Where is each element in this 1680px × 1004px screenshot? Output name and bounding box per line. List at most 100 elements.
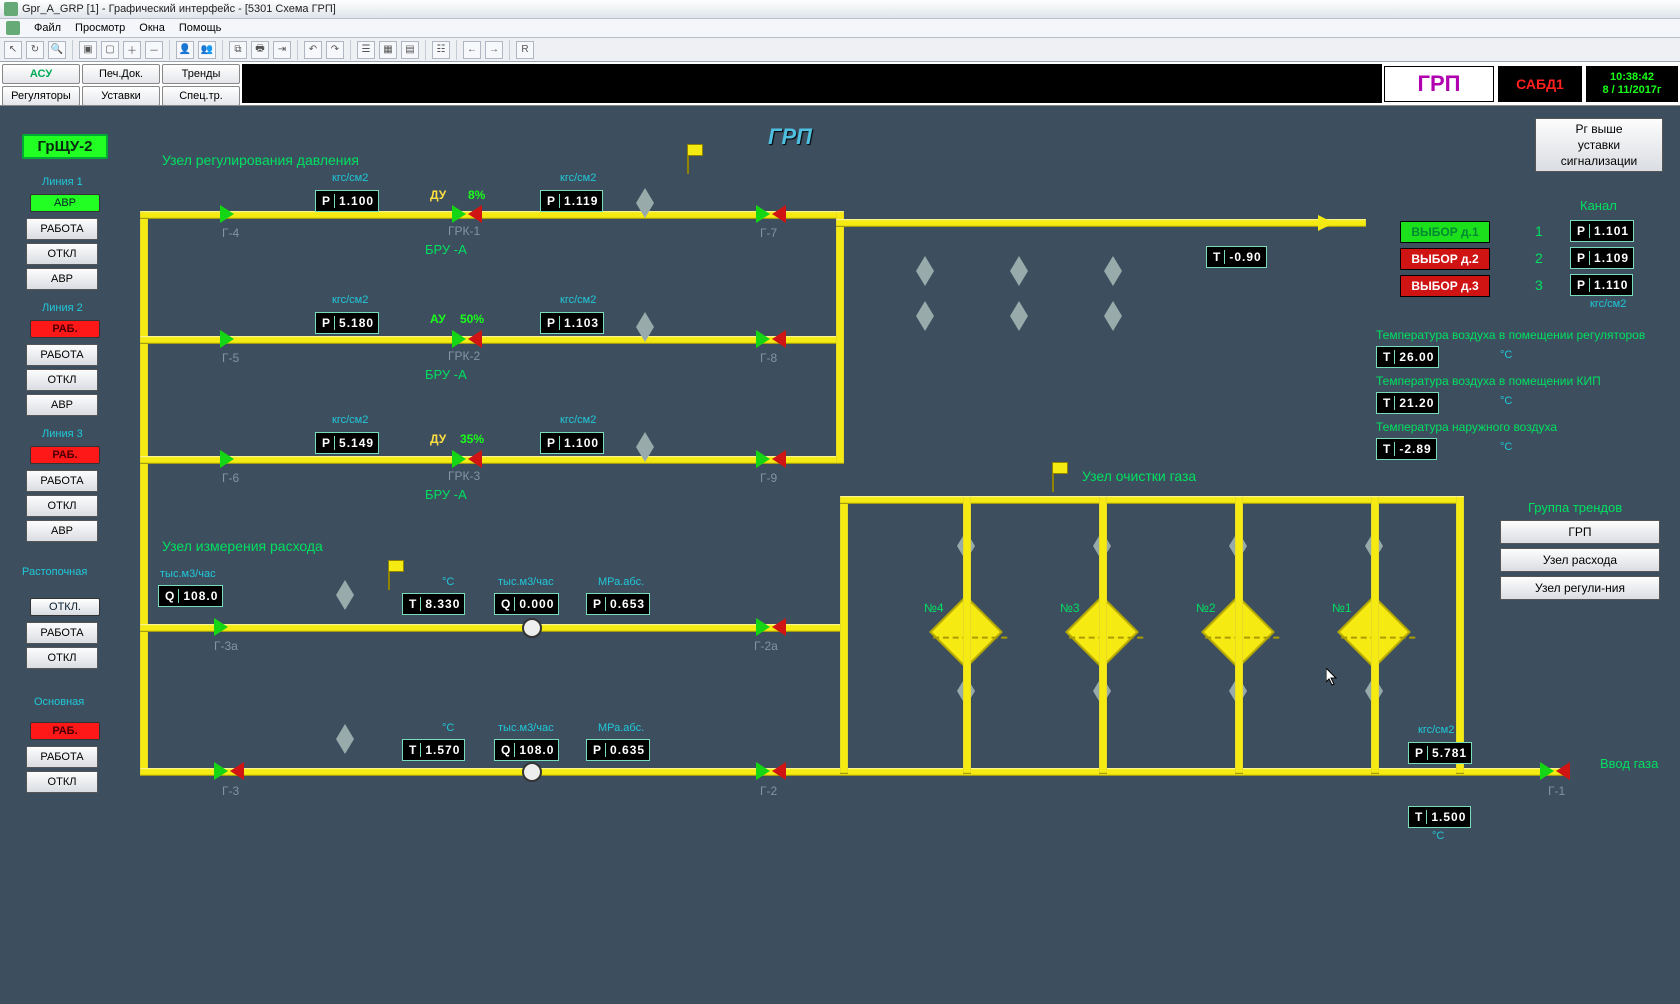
- l2-reg-out[interactable]: [468, 330, 482, 348]
- l1-valve-gR-out[interactable]: [772, 205, 786, 223]
- line3-rab[interactable]: РАБ.: [30, 446, 100, 464]
- tool-1to1-icon[interactable]: ▢: [101, 41, 119, 59]
- flow2-gR-in[interactable]: [756, 762, 770, 780]
- tool-pointer-icon[interactable]: ↖: [4, 41, 22, 59]
- menu-file[interactable]: Файл: [34, 22, 61, 34]
- rastop-btn-otkl[interactable]: ОТКЛ: [26, 647, 98, 669]
- mode-regulators[interactable]: Регуляторы: [2, 86, 80, 106]
- tool-refresh-icon[interactable]: ↻: [26, 41, 44, 59]
- main-btn-rabota[interactable]: РАБОТА: [26, 746, 98, 768]
- menu-view[interactable]: Просмотр: [75, 22, 125, 34]
- line2-btn-rabota[interactable]: РАБОТА: [26, 344, 98, 366]
- inlet-g1-in[interactable]: [1540, 762, 1554, 780]
- main-btn-otkl[interactable]: ОТКЛ: [26, 771, 98, 793]
- tool-redo-icon[interactable]: ↷: [326, 41, 344, 59]
- sel-3[interactable]: ВЫБОР д.3: [1400, 275, 1490, 297]
- line3-btn-rabota[interactable]: РАБОТА: [26, 470, 98, 492]
- line2-btn-avr[interactable]: АВР: [26, 394, 98, 416]
- mode-asu[interactable]: АСУ: [2, 64, 80, 84]
- sel-p1[interactable]: P1.101: [1570, 220, 1634, 242]
- flow2-t[interactable]: T1.570: [402, 739, 465, 761]
- flow2-q[interactable]: Q108.0: [494, 739, 559, 761]
- l1-valve-gR-in[interactable]: [756, 205, 770, 223]
- tool-layers-icon[interactable]: ▤: [401, 41, 419, 59]
- mode-ustavki[interactable]: Уставки: [82, 86, 160, 106]
- flow1-t[interactable]: T8.330: [402, 593, 465, 615]
- mode-pechdoc[interactable]: Печ.Док.: [82, 64, 160, 84]
- mode-trends[interactable]: Тренды: [162, 64, 240, 84]
- l3-gL[interactable]: [220, 450, 234, 468]
- flow1-gR-out[interactable]: [772, 618, 786, 636]
- l2-reg-in[interactable]: [452, 330, 466, 348]
- l1-reg-out[interactable]: [468, 205, 482, 223]
- status-alarm[interactable]: САБД1: [1498, 66, 1582, 102]
- mode-spectr[interactable]: Спец.тр.: [162, 86, 240, 106]
- tool-users-icon[interactable]: 👥: [198, 41, 216, 59]
- tool-zoomin-icon[interactable]: ＋: [123, 41, 141, 59]
- rastop-otkl[interactable]: ОТКЛ.: [30, 598, 100, 616]
- l2-p1[interactable]: P5.180: [315, 312, 379, 334]
- flow1-gR-in[interactable]: [756, 618, 770, 636]
- flow1-gL[interactable]: [214, 618, 228, 636]
- line1-btn-avr[interactable]: АВР: [26, 268, 98, 290]
- l3-gR-in[interactable]: [756, 450, 770, 468]
- l3-p2[interactable]: P1.100: [540, 432, 604, 454]
- l3-p1[interactable]: P5.149: [315, 432, 379, 454]
- inlet-p[interactable]: P5.781: [1408, 742, 1472, 764]
- top-alert[interactable]: Рг выше уставки сигнализации: [1535, 118, 1663, 172]
- l1-p1[interactable]: P1.100: [315, 190, 379, 212]
- l2-valve-gL[interactable]: [220, 330, 234, 348]
- treg-val[interactable]: T26.00: [1376, 346, 1439, 368]
- tool-zoomout-icon[interactable]: －: [145, 41, 163, 59]
- tool-copy-icon[interactable]: ⧉: [229, 41, 247, 59]
- l1-valve-gL[interactable]: [220, 205, 234, 223]
- l1-reg-in[interactable]: [452, 205, 466, 223]
- menu-help[interactable]: Помощь: [179, 22, 222, 34]
- line3-btn-otkl[interactable]: ОТКЛ: [26, 495, 98, 517]
- inlet-t[interactable]: T1.500: [1408, 806, 1471, 828]
- trend-btn-1[interactable]: ГРП: [1500, 520, 1660, 544]
- tool-zoom-icon[interactable]: 🔍: [48, 41, 66, 59]
- text-val[interactable]: T-2.89: [1376, 438, 1437, 460]
- t-out[interactable]: T-0.90: [1206, 246, 1267, 268]
- rastop-btn-rabota[interactable]: РАБОТА: [26, 622, 98, 644]
- l2-p2[interactable]: P1.103: [540, 312, 604, 334]
- tool-fit-icon[interactable]: ▣: [79, 41, 97, 59]
- l3-reg-out[interactable]: [468, 450, 482, 468]
- inlet-g1-out[interactable]: [1556, 762, 1570, 780]
- line1-avr[interactable]: АВР: [30, 194, 100, 212]
- trend-btn-2[interactable]: Узел расхода: [1500, 548, 1660, 572]
- tool-grid-icon[interactable]: ▦: [379, 41, 397, 59]
- l2-gR-out[interactable]: [772, 330, 786, 348]
- tool-list-icon[interactable]: ☰: [357, 41, 375, 59]
- tool-user-icon[interactable]: 👤: [176, 41, 194, 59]
- line1-btn-otkl[interactable]: ОТКЛ: [26, 243, 98, 265]
- sel-p2[interactable]: P1.109: [1570, 247, 1634, 269]
- main-rab[interactable]: РАБ.: [30, 722, 100, 740]
- flow2-gR-out[interactable]: [772, 762, 786, 780]
- sel-2[interactable]: ВЫБОР д.2: [1400, 248, 1490, 270]
- tool-fwd-icon[interactable]: →: [485, 41, 503, 59]
- tool-print-icon[interactable]: 🖶: [251, 41, 269, 59]
- flow2-gL-in[interactable]: [214, 762, 228, 780]
- flow-q-side[interactable]: Q108.0: [158, 585, 223, 607]
- l3-gR-out[interactable]: [772, 450, 786, 468]
- trend-btn-3[interactable]: Узел регули-ния: [1500, 576, 1660, 600]
- flow2-gL-out[interactable]: [230, 762, 244, 780]
- tool-undo-icon[interactable]: ↶: [304, 41, 322, 59]
- flow1-p[interactable]: P0.653: [586, 593, 650, 615]
- line2-btn-otkl[interactable]: ОТКЛ: [26, 369, 98, 391]
- sel-p3[interactable]: P1.110: [1570, 274, 1633, 296]
- tool-back-icon[interactable]: ←: [463, 41, 481, 59]
- l2-gR-in[interactable]: [756, 330, 770, 348]
- tool-R-icon[interactable]: R: [516, 41, 534, 59]
- tkip-val[interactable]: T21.20: [1376, 392, 1439, 414]
- menu-bar[interactable]: Файл Просмотр Окна Помощь: [0, 18, 1680, 38]
- flow2-p[interactable]: P0.635: [586, 739, 650, 761]
- line2-rab[interactable]: РАБ.: [30, 320, 100, 338]
- flow1-q[interactable]: Q0.000: [494, 593, 559, 615]
- line1-btn-rabota[interactable]: РАБОТА: [26, 218, 98, 240]
- tool-export-icon[interactable]: ⇥: [273, 41, 291, 59]
- l1-p2[interactable]: P1.119: [540, 190, 603, 212]
- tool-tree-icon[interactable]: ☷: [432, 41, 450, 59]
